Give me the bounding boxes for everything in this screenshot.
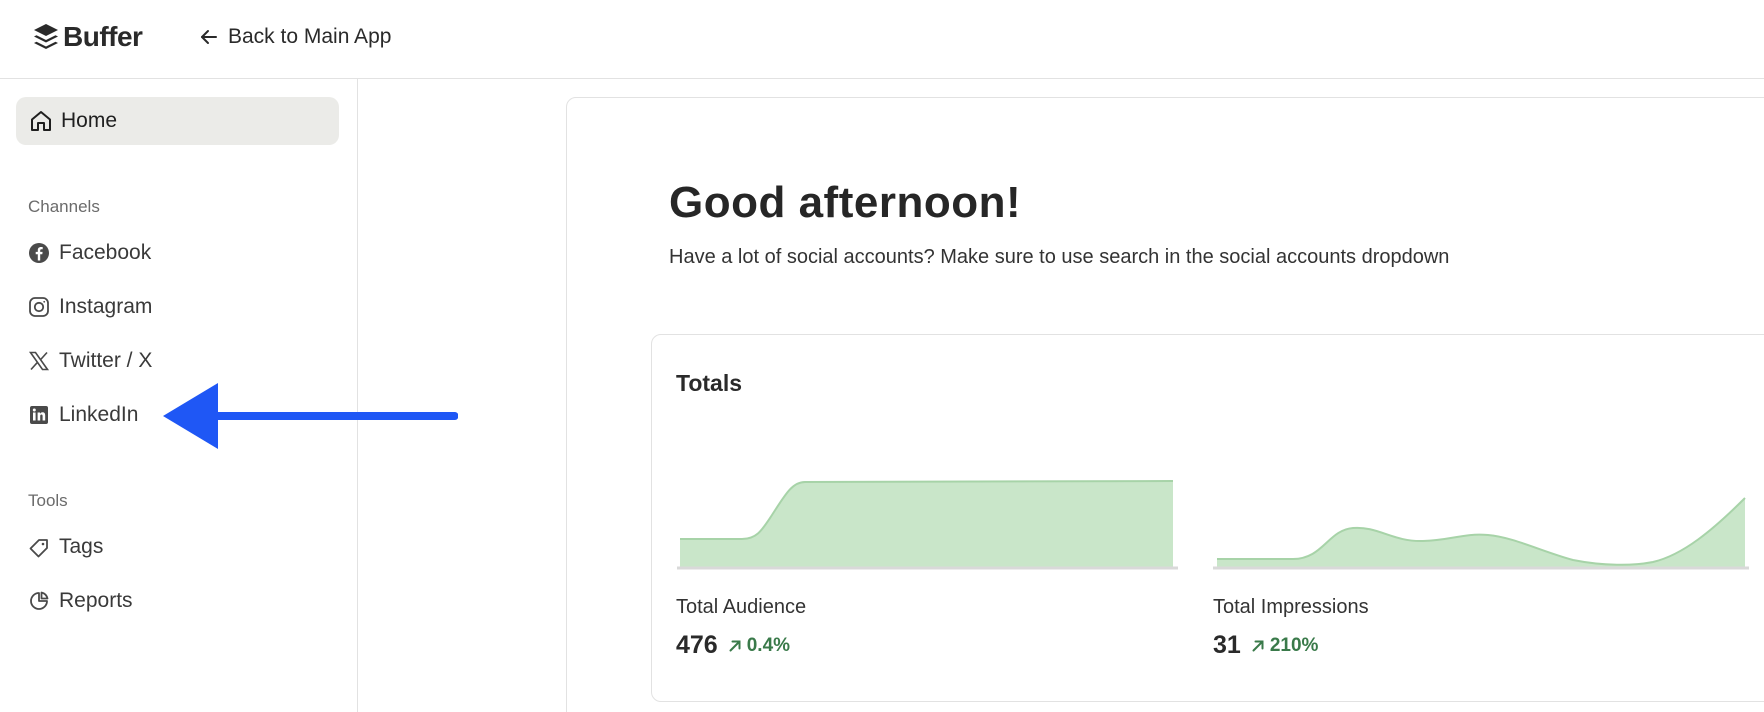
- back-link-label: Back to Main App: [228, 25, 392, 48]
- linkedin-icon: [30, 406, 48, 424]
- total-audience-sparkline[interactable]: [677, 470, 1179, 570]
- instagram-icon: [29, 297, 49, 317]
- total-audience-sparkline-area: [680, 481, 1173, 568]
- sidebar-item-reports[interactable]: Reports: [28, 584, 133, 618]
- tag-icon: [29, 539, 48, 558]
- top-bar: Buffer Back to Main App: [0, 0, 1764, 79]
- sidebar-item-tags[interactable]: Tags: [28, 530, 103, 564]
- sidebar-item-linkedin[interactable]: LinkedIn: [28, 398, 138, 432]
- sidebar-item-label: LinkedIn: [59, 403, 139, 426]
- x-twitter-icon: [28, 351, 50, 371]
- metric-label: Total Audience: [676, 596, 807, 618]
- back-to-main-app-link[interactable]: Back to Main App: [198, 22, 391, 52]
- tools-section-label: Tools: [28, 491, 68, 510]
- sidebar-item-home[interactable]: Home: [16, 97, 339, 145]
- metric-change-badge: 210%: [1250, 634, 1319, 657]
- annotation-arrow: [163, 383, 458, 449]
- totals-title: Totals: [676, 370, 743, 396]
- sidebar-item-twitter-x[interactable]: Twitter / X: [28, 344, 152, 378]
- arrow-up-right-icon: [729, 640, 741, 651]
- metric-value: 476: [676, 631, 718, 659]
- metric-label: Total Impressions: [1213, 596, 1369, 618]
- arrow-left-icon: [201, 30, 217, 44]
- sidebar-item-label: Instagram: [59, 295, 153, 318]
- arrow-up-right-icon: [1252, 640, 1264, 651]
- sidebar-item-label: Tags: [59, 535, 104, 558]
- total-impressions-value-row: 31 210%: [1213, 631, 1318, 660]
- total-impressions-sparkline[interactable]: [1213, 490, 1749, 570]
- logo-text: Buffer: [63, 21, 143, 52]
- buffer-logo-icon: [34, 24, 58, 49]
- metric-change-badge: 0.4%: [727, 635, 790, 657]
- sidebar-item-label: Facebook: [59, 241, 152, 264]
- home-icon: [31, 111, 51, 131]
- metric-change: 0.4%: [746, 634, 791, 656]
- metric-change: 210%: [1269, 634, 1319, 656]
- sidebar-item-instagram[interactable]: Instagram: [28, 290, 152, 324]
- sidebar-item-facebook[interactable]: Facebook: [28, 236, 151, 270]
- metric-value: 31: [1213, 631, 1241, 659]
- page-subtitle: Have a lot of social accounts? Make sure…: [669, 246, 1450, 268]
- sidebar-item-label: Home: [61, 109, 118, 132]
- buffer-logo[interactable]: Buffer: [32, 19, 143, 55]
- facebook-icon: [29, 243, 49, 263]
- pie-chart-icon: [30, 591, 49, 610]
- page-title: Good afternoon!: [669, 178, 1022, 227]
- sidebar-item-label: Reports: [59, 589, 133, 612]
- sidebar-item-label: Twitter / X: [59, 349, 153, 372]
- total-audience-value-row: 476 0.4%: [676, 631, 790, 660]
- channels-section-label: Channels: [28, 197, 100, 216]
